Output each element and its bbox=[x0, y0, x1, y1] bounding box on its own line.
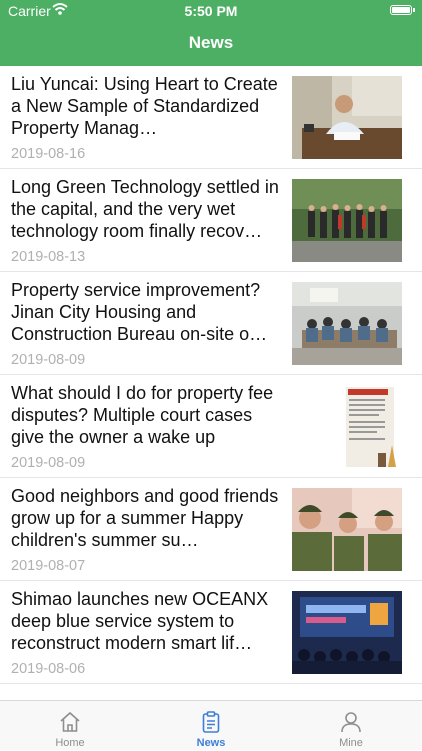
news-title: What should I do for property fee disput… bbox=[11, 383, 274, 447]
battery-icon bbox=[390, 5, 412, 15]
person-icon bbox=[339, 710, 363, 734]
clipboard-icon bbox=[199, 710, 223, 734]
news-item[interactable]: What should I do for property fee disput… bbox=[0, 375, 422, 478]
news-title: Shimao launches new OCEANX deep blue ser… bbox=[11, 589, 269, 653]
tab-label: Home bbox=[55, 737, 85, 749]
news-item[interactable]: Shimao launches new OCEANX deep blue ser… bbox=[0, 581, 422, 684]
battery-tip bbox=[413, 8, 415, 12]
tab-label: News bbox=[196, 737, 226, 749]
news-thumbnail bbox=[292, 385, 402, 468]
news-title: Liu Yuncai: Using Heart to Create a New … bbox=[11, 74, 278, 138]
tab-bar: Home News Mine bbox=[0, 700, 422, 750]
news-thumbnail bbox=[292, 488, 402, 571]
news-date: 2019-08-07 bbox=[11, 558, 86, 574]
tab-mine[interactable]: Mine bbox=[281, 701, 421, 751]
news-title: Good neighbors and good friends grow up … bbox=[11, 486, 279, 550]
news-item[interactable]: Long Green Technology settled in the cap… bbox=[0, 169, 422, 272]
news-title: Property service improvement? Jinan City… bbox=[11, 280, 268, 344]
news-title: Long Green Technology settled in the cap… bbox=[11, 177, 279, 241]
news-date: 2019-08-16 bbox=[11, 146, 86, 162]
news-item[interactable]: Property service improvement? Jinan City… bbox=[0, 272, 422, 375]
news-item[interactable]: Good neighbors and good friends grow up … bbox=[0, 478, 422, 581]
news-list[interactable]: Liu Yuncai: Using Heart to Create a New … bbox=[0, 66, 422, 700]
news-date: 2019-08-09 bbox=[11, 352, 86, 368]
status-bar: Carrier 5:50 PM bbox=[0, 0, 422, 22]
news-thumbnail bbox=[292, 76, 402, 159]
news-thumbnail bbox=[292, 179, 402, 262]
header: Carrier 5:50 PM News bbox=[0, 0, 422, 66]
tab-home[interactable]: Home bbox=[0, 701, 140, 751]
news-date: 2019-08-09 bbox=[11, 455, 86, 471]
news-item[interactable]: Liu Yuncai: Using Heart to Create a New … bbox=[0, 66, 422, 169]
page-title: News bbox=[188, 33, 234, 52]
home-icon bbox=[58, 710, 82, 734]
news-date: 2019-08-06 bbox=[11, 661, 86, 677]
clock: 5:50 PM bbox=[184, 3, 238, 19]
tab-news[interactable]: News bbox=[141, 701, 281, 751]
news-date: 2019-08-13 bbox=[11, 249, 86, 265]
news-thumbnail bbox=[292, 591, 402, 674]
tab-label: Mine bbox=[339, 737, 363, 749]
news-thumbnail bbox=[292, 282, 402, 365]
